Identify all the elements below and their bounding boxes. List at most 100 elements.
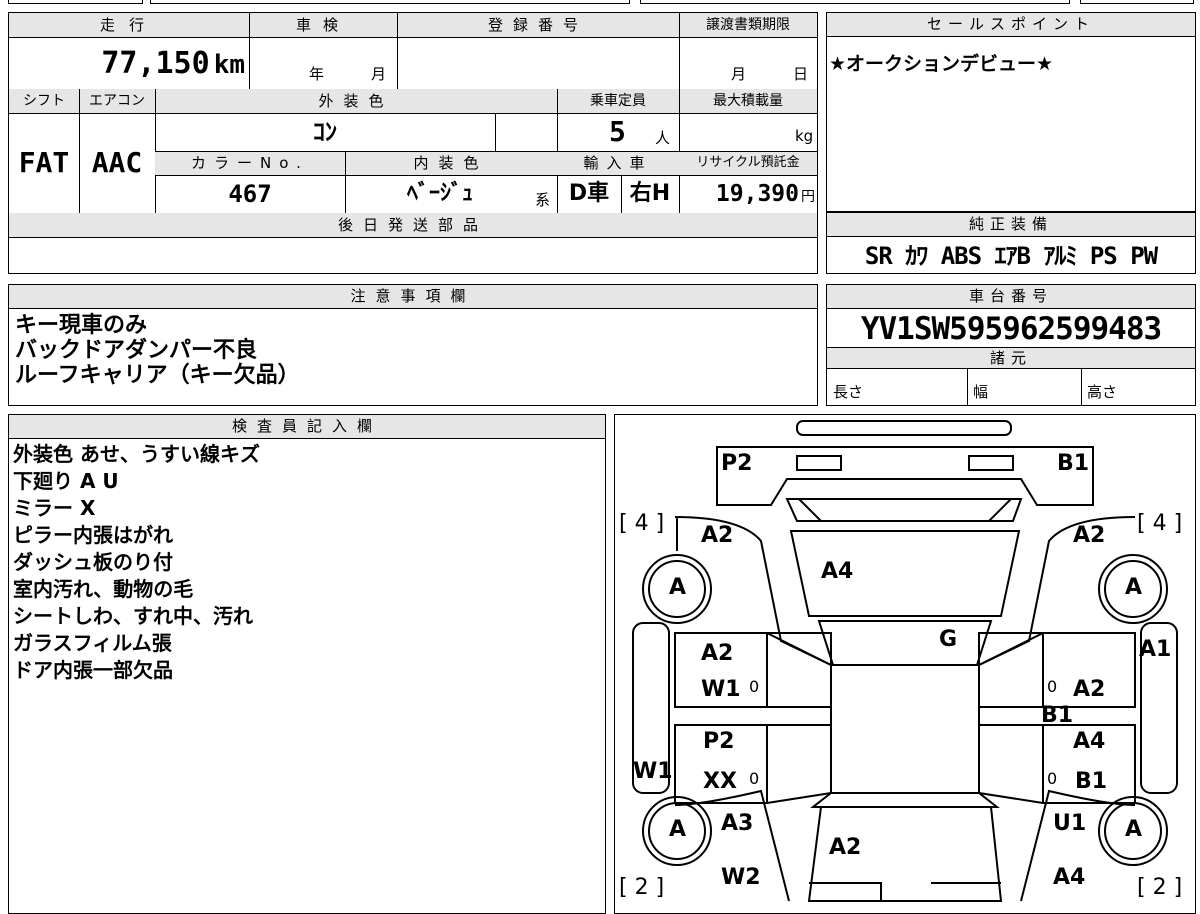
inspector-note-line: ダッシュ板のり付 bbox=[13, 550, 173, 574]
inspector-list: 外装色 あせ、うすい線キズ 下廻り A U ミラー X ピラー内張はがれ ダッシュ板のり… bbox=[13, 441, 260, 684]
mark-left-rear-door-zero: 0 bbox=[749, 769, 760, 788]
aircon-label: エアコン bbox=[89, 93, 145, 109]
color-number-label: カラーNo. bbox=[191, 154, 309, 172]
inspector-note-line: 下廻り A U bbox=[13, 469, 119, 493]
corner-front-right: [ 4 ] bbox=[1137, 511, 1183, 536]
chassis-number-value: YV1SW595962599483 bbox=[860, 311, 1162, 347]
top-strip-mid bbox=[150, 0, 630, 4]
exterior-color-label: 外装色 bbox=[318, 92, 394, 110]
vehicle-info-table: 走行 車検 登録番号 譲渡書類期限 77,150 km 年 月 月 日 シフト エ… bbox=[8, 12, 818, 274]
top-strip-right bbox=[640, 0, 1070, 4]
spec-length-label: 長さ bbox=[833, 383, 864, 401]
spec-label: 諸元 bbox=[827, 347, 1195, 369]
mark-right-front-door-zero: 0 bbox=[1047, 677, 1058, 696]
front-panel-shape bbox=[716, 446, 1094, 506]
corner-front-left: [ 4 ] bbox=[619, 511, 665, 536]
shift-label: シフト bbox=[23, 93, 65, 109]
inspector-note-line: ピラー内張はがれ bbox=[13, 523, 173, 547]
transfer-day: 日 bbox=[793, 65, 809, 83]
mark-right-front-door-1: A2 bbox=[1073, 677, 1106, 702]
top-strip-far bbox=[1080, 0, 1194, 4]
aircon-value: AAC bbox=[91, 146, 143, 179]
tire-rear-right-grade: A bbox=[1125, 817, 1143, 842]
capacity-unit: 人 bbox=[655, 129, 671, 147]
inspection-month: 月 bbox=[371, 65, 387, 83]
inspector-note-line: ミラー X bbox=[13, 496, 96, 520]
note-line: ルーフキャリア（キー欠品） bbox=[15, 363, 300, 388]
recycle-amount: 19,390 bbox=[715, 181, 799, 207]
mark-rear-left-fender: A3 bbox=[721, 811, 754, 836]
import-label: 輸入車 bbox=[583, 154, 653, 172]
mark-front-left-fender: A2 bbox=[701, 523, 734, 548]
sales-point-text: ★オークションデビュー★ bbox=[829, 53, 1054, 75]
max-load-unit: kg bbox=[795, 127, 814, 145]
inspector-note-line: シートしわ、すれ中、汚れ bbox=[13, 604, 253, 628]
color-number-value: 467 bbox=[228, 180, 272, 208]
tire-front-left-grade: A bbox=[669, 575, 687, 600]
recycle-unit: 円 bbox=[801, 189, 815, 205]
mark-right-rear-door-zero: 0 bbox=[1047, 769, 1058, 788]
mark-right-side-skirt: A1 bbox=[1139, 637, 1172, 662]
mileage-number: 77,150 bbox=[101, 46, 210, 81]
front-bumper-shape bbox=[796, 420, 1012, 436]
mark-front-bumper-left: P2 bbox=[721, 451, 753, 476]
interior-color-suffix: 系 bbox=[535, 191, 551, 209]
mark-hood: A4 bbox=[821, 559, 854, 584]
spec-width-label: 幅 bbox=[973, 383, 989, 401]
inspector-label: 検査員記入欄 bbox=[9, 415, 605, 439]
left-front-fender-shape bbox=[674, 516, 832, 667]
mileage-label: 走行 bbox=[99, 16, 158, 34]
note-line: バックドアダンパー不良 bbox=[15, 338, 258, 363]
notes-box: 注意事項欄 キー現車のみ バックドアダンパー不良 ルーフキャリア（キー欠品） bbox=[8, 284, 818, 406]
corner-rear-left: [ 2 ] bbox=[619, 875, 665, 900]
import-type-value: D車 bbox=[568, 181, 610, 206]
right-front-fender-shape bbox=[978, 516, 1136, 667]
spec-height-label: 高さ bbox=[1087, 383, 1118, 401]
mark-left-side-skirt: W1 bbox=[633, 759, 673, 784]
mileage-unit: km bbox=[213, 50, 245, 80]
sales-point-label: セールスポイント bbox=[827, 13, 1195, 37]
mark-left-rear-door-2: XX bbox=[703, 769, 737, 794]
tire-rear-left-grade: A bbox=[669, 817, 687, 842]
mark-left-front-door-1: A2 bbox=[701, 641, 734, 666]
factory-equipment-label: 純正装備 bbox=[827, 213, 1195, 237]
corner-rear-right: [ 2 ] bbox=[1137, 875, 1183, 900]
cabin-shape bbox=[830, 664, 980, 794]
capacity-value: 5 bbox=[609, 115, 626, 148]
mark-left-front-door-zero: 0 bbox=[749, 677, 760, 696]
chassis-number-label: 車台番号 bbox=[827, 285, 1195, 309]
inspection-year: 年 bbox=[309, 65, 325, 83]
damage-diagram-box: [ 4 ] [ 4 ] [ 2 ] [ 2 ] A A A A P2 B1 A2… bbox=[614, 414, 1196, 914]
later-shipping-parts-label: 後日発送部品 bbox=[337, 216, 488, 234]
inspector-note-line: ガラスフィルム張 bbox=[13, 631, 172, 655]
mark-left-front-door-2: W1 bbox=[701, 677, 741, 702]
transfer-deadline-label: 譲渡書類期限 bbox=[706, 17, 790, 33]
mark-left-rear-door-1: P2 bbox=[703, 729, 735, 754]
inspection-label: 車検 bbox=[295, 16, 350, 34]
mark-front-right-fender: A2 bbox=[1073, 523, 1106, 548]
inspector-box: 検査員記入欄 外装色 あせ、うすい線キズ 下廻り A U ミラー X ピラー内張はがれ… bbox=[8, 414, 606, 914]
exterior-color-value: ｺﾝ bbox=[313, 118, 337, 146]
roof-shape bbox=[817, 620, 993, 666]
max-load-label: 最大積載量 bbox=[713, 93, 783, 109]
chassis-box: 車台番号 YV1SW595962599483 諸元 長さ 幅 高さ bbox=[826, 284, 1196, 406]
mark-right-front-door-2: B1 bbox=[1041, 703, 1074, 728]
top-strip-left bbox=[8, 0, 143, 4]
notes-label: 注意事項欄 bbox=[9, 285, 817, 309]
recycle-deposit-value: 19,390 円 bbox=[679, 175, 815, 213]
mark-windshield: G bbox=[939, 627, 958, 652]
mark-rear-left-quarter: W2 bbox=[721, 865, 761, 890]
mark-right-rear-door-1: A4 bbox=[1073, 729, 1106, 754]
factory-equipment-box: 純正装備 SR ｶﾜ ABS ｴｱB ｱﾙﾐ PS PW bbox=[826, 212, 1196, 274]
factory-equipment-text: SR ｶﾜ ABS ｴｱB ｱﾙﾐ PS PW bbox=[864, 242, 1158, 270]
sales-point-box: セールスポイント ★オークションデビュー★ bbox=[826, 12, 1196, 212]
note-line: キー現車のみ bbox=[15, 313, 148, 338]
recycle-deposit-label: リサイクル預託金 bbox=[696, 155, 800, 170]
registration-label: 登録番号 bbox=[487, 16, 588, 34]
transfer-month: 月 bbox=[731, 65, 747, 83]
inspector-note-line: 室内汚れ、動物の毛 bbox=[13, 577, 194, 601]
mark-trunk: A2 bbox=[829, 835, 862, 860]
handle-position-value: 右H bbox=[629, 181, 671, 206]
mark-front-bumper-right: B1 bbox=[1057, 451, 1090, 476]
inspector-note-line: 外装色 あせ、うすい線キズ bbox=[13, 442, 260, 466]
